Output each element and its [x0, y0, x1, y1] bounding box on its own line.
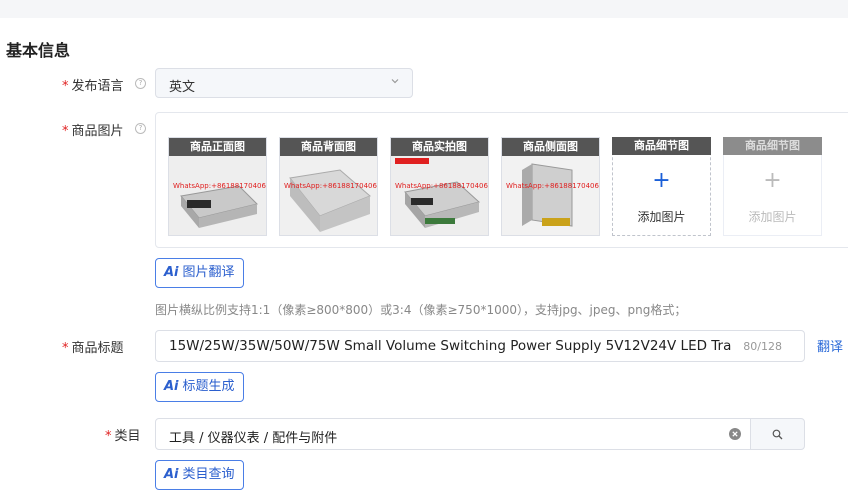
- power-supply-photo: [169, 156, 266, 235]
- power-supply-photo: [391, 156, 488, 235]
- add-detail-image-slot[interactable]: 商品细节图 + 添加图片: [612, 137, 711, 236]
- title-label-text: 商品标题: [71, 341, 124, 356]
- image-caption: 商品细节图: [612, 137, 711, 155]
- category-value: 工具 / 仪器仪表 / 配件与附件: [169, 431, 338, 446]
- image-watermark: WhatsApp:+8618817040688: [173, 182, 267, 190]
- clear-circle-icon[interactable]: [729, 428, 741, 440]
- help-circle-icon[interactable]: ?: [135, 78, 146, 89]
- product-image-side[interactable]: 商品侧面图 WhatsApp:+8618817040688: [501, 137, 600, 236]
- image-caption: 商品背面图: [280, 138, 377, 156]
- required-mark: *: [62, 341, 69, 356]
- category-label-text: 类目: [114, 429, 141, 444]
- category-query-button[interactable]: Ai 类目查询: [155, 460, 244, 490]
- ai-icon: Ai: [164, 467, 179, 482]
- category-input[interactable]: 工具 / 仪器仪表 / 配件与附件: [155, 418, 751, 450]
- title-label: * 商品标题: [62, 337, 124, 356]
- category-query-label: 类目查询: [182, 467, 235, 482]
- title-char-count: 80/128: [743, 340, 782, 353]
- language-label: * 发布语言: [62, 75, 124, 94]
- image-watermark: WhatsApp:+8618817040688: [506, 182, 600, 190]
- language-select[interactable]: 英文: [155, 68, 413, 98]
- required-mark: *: [105, 429, 112, 444]
- image-caption: 商品细节图: [723, 137, 822, 155]
- help-circle-icon[interactable]: ?: [135, 123, 146, 134]
- title-generate-button[interactable]: Ai 标题生成: [155, 372, 244, 402]
- required-mark: *: [62, 124, 69, 139]
- image-caption: 商品实拍图: [391, 138, 488, 156]
- category-search-button[interactable]: [750, 418, 805, 450]
- image-caption: 商品侧面图: [502, 138, 599, 156]
- image-format-hint: 图片横纵比例支持1:1（像素≥800*800）或3:4（像素≥750*1000）…: [155, 303, 687, 317]
- image-translate-button[interactable]: Ai 图片翻译: [155, 258, 244, 288]
- product-title-value: 15W/25W/35W/50W/75W Small Volume Switchi…: [169, 338, 732, 354]
- power-supply-photo: [280, 156, 377, 235]
- ai-icon: Ai: [164, 265, 179, 280]
- top-bar: [0, 0, 848, 18]
- power-supply-photo: [502, 156, 599, 235]
- add-detail-image-slot-disabled: 商品细节图 + 添加图片: [723, 137, 822, 236]
- ai-icon: Ai: [164, 379, 179, 394]
- required-mark: *: [62, 79, 69, 94]
- chevron-down-icon: [391, 79, 399, 84]
- image-caption: 商品正面图: [169, 138, 266, 156]
- images-label: * 商品图片: [62, 120, 124, 139]
- add-image-label: 添加图片: [748, 210, 797, 224]
- product-image-back[interactable]: 商品背面图 WhatsApp:+8618817040688: [279, 137, 378, 236]
- product-title-input[interactable]: 15W/25W/35W/50W/75W Small Volume Switchi…: [155, 330, 805, 362]
- product-image-real[interactable]: 商品实拍图 WhatsApp:+8618817040688: [390, 137, 489, 236]
- plus-icon: +: [652, 168, 671, 193]
- search-icon: [772, 429, 783, 440]
- section-title: 基本信息: [6, 41, 71, 60]
- image-watermark: WhatsApp:+8618817040688: [284, 182, 378, 190]
- plus-icon: +: [763, 168, 782, 193]
- images-label-text: 商品图片: [71, 124, 124, 139]
- language-select-value: 英文: [169, 80, 196, 95]
- category-label: * 类目: [105, 425, 141, 444]
- add-image-label: 添加图片: [637, 210, 686, 224]
- translate-link[interactable]: 翻译: [817, 336, 843, 355]
- title-generate-label: 标题生成: [182, 379, 235, 394]
- language-label-text: 发布语言: [71, 79, 124, 94]
- image-translate-label: 图片翻译: [182, 265, 235, 280]
- product-image-front[interactable]: 商品正面图 WhatsApp:+8618817040688: [168, 137, 267, 236]
- image-watermark: WhatsApp:+8618817040688: [395, 182, 489, 190]
